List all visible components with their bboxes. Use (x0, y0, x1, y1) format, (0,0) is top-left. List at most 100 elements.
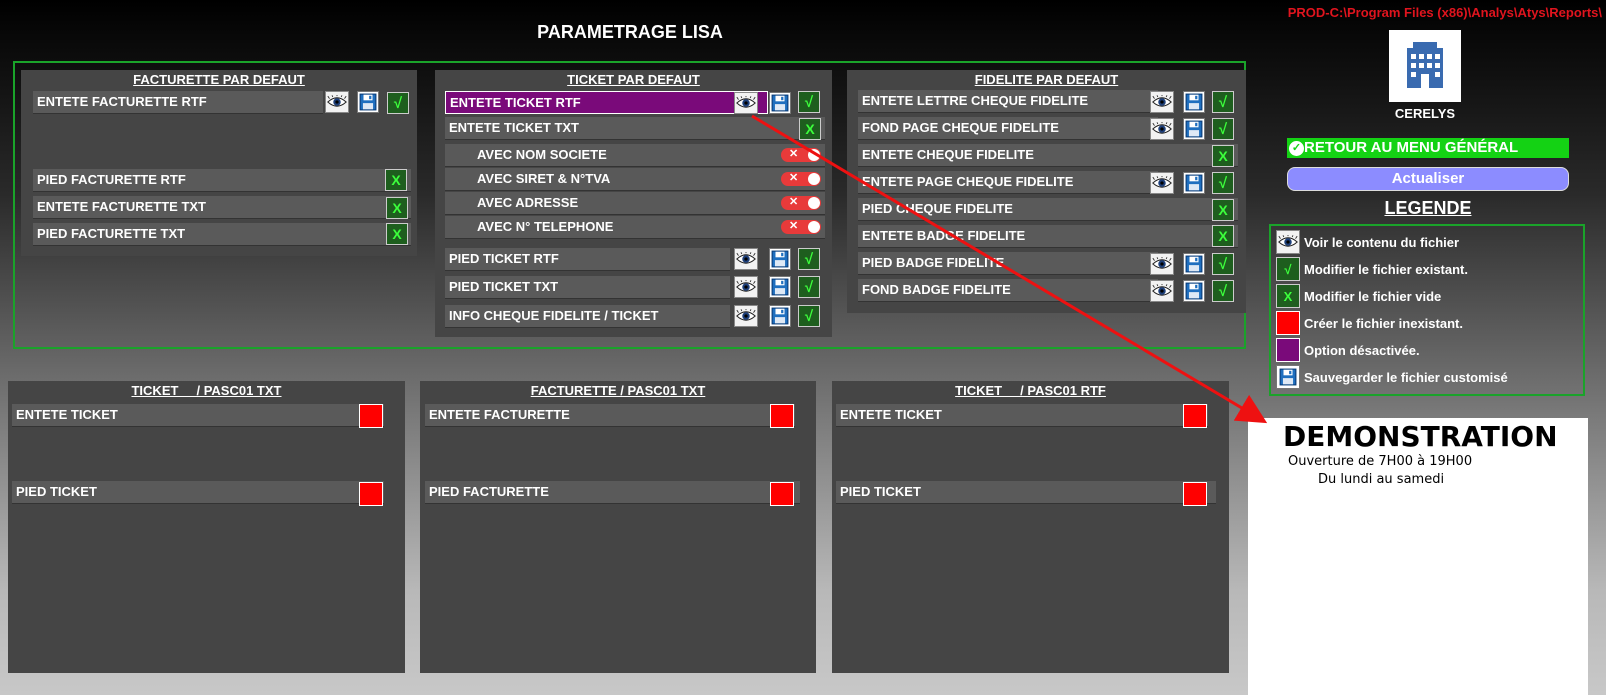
company-logo (1389, 30, 1461, 102)
refresh-button[interactable]: Actualiser (1287, 167, 1569, 191)
modify-existing-check-icon[interactable]: √ (798, 276, 820, 298)
row-pied-facturette-txt[interactable]: PIED FACTURETTE TXT (33, 223, 411, 246)
row-entete-facturette-rtf[interactable]: ENTETE FACTURETTE RTF (33, 91, 323, 114)
create-file-red-icon[interactable] (770, 404, 794, 428)
modify-existing-check-icon[interactable]: √ (798, 248, 820, 270)
modify-existing-check-icon[interactable]: √ (1212, 91, 1234, 113)
view-eye-icon[interactable] (1150, 280, 1174, 302)
row-entete-lettre-cheque[interactable]: ENTETE LETTRE CHEQUE FIDELITE (858, 90, 1158, 113)
legend-label: Option désactivée. (1304, 342, 1420, 358)
row-label: FOND BADGE FIDELITE (862, 282, 1011, 297)
save-disk-icon[interactable] (769, 276, 791, 298)
row-pied-ticket-txt[interactable]: PIED TICKET TXT (445, 276, 730, 299)
row-label: PIED FACTURETTE (429, 484, 549, 499)
create-file-red-icon[interactable] (359, 404, 383, 428)
option-toggle[interactable]: ✕ (781, 220, 821, 234)
row-entete-ticket[interactable]: ENTETE TICKET (12, 404, 384, 427)
modify-existing-check-icon[interactable]: √ (1212, 118, 1234, 140)
modify-empty-x-icon[interactable]: X (799, 118, 821, 140)
ticket-preview: DEMONSTRATION Ouverture de 7H00 à 19H00 … (1248, 418, 1588, 695)
view-eye-icon[interactable] (1150, 253, 1174, 275)
row-label: ENTETE PAGE CHEQUE FIDELITE (862, 174, 1074, 189)
row-pied-cheque[interactable]: PIED CHEQUE FIDELITE (858, 198, 1238, 221)
return-main-menu-button[interactable]: ✓ RETOUR AU MENU GÉNÉRAL (1287, 138, 1569, 158)
view-eye-icon[interactable] (734, 248, 758, 270)
save-disk-icon[interactable] (357, 91, 379, 113)
legend-label: Sauvegarder le fichier customisé (1304, 369, 1508, 385)
option-toggle[interactable]: ✕ (781, 196, 821, 210)
modify-empty-x-icon[interactable]: X (385, 169, 407, 191)
row-pied-badge[interactable]: PIED BADGE FIDELITE (858, 252, 1158, 275)
create-file-red-icon[interactable] (1183, 404, 1207, 428)
row-label: FOND PAGE CHEQUE FIDELITE (862, 120, 1059, 135)
option-toggle[interactable]: ✕ (781, 148, 821, 162)
save-disk-icon[interactable] (769, 305, 791, 327)
row-entete-ticket-txt[interactable]: ENTETE TICKET TXT (445, 117, 825, 140)
row-label: INFO CHEQUE FIDELITE / TICKET (449, 308, 659, 323)
modify-empty-x-icon[interactable]: X (1212, 199, 1234, 221)
purple-square-icon (1276, 338, 1300, 362)
row-pied-ticket[interactable]: PIED TICKET (836, 481, 1216, 504)
row-entete-ticket[interactable]: ENTETE TICKET (836, 404, 1208, 427)
row-pied-ticket[interactable]: PIED TICKET (12, 481, 384, 504)
row-info-cheque-fidelite-ticket[interactable]: INFO CHEQUE FIDELITE / TICKET (445, 305, 730, 328)
create-file-red-icon[interactable] (1183, 482, 1207, 506)
view-eye-icon[interactable] (734, 305, 758, 327)
row-avec-adresse: AVEC ADRESSE (445, 192, 825, 215)
row-label: PIED CHEQUE FIDELITE (862, 201, 1013, 216)
save-disk-icon[interactable] (1183, 91, 1205, 113)
panel-ticket-default: TICKET PAR DEFAUT ENTETE TICKET RTF √ EN… (435, 70, 832, 337)
preview-line-2: Du lundi au samedi (1318, 472, 1445, 487)
view-eye-icon[interactable] (734, 92, 758, 114)
row-label: ENTETE TICKET RTF (450, 95, 581, 110)
view-eye-icon[interactable] (1150, 91, 1174, 113)
row-pied-facturette[interactable]: PIED FACTURETTE (425, 481, 800, 504)
save-disk-icon[interactable] (1183, 280, 1205, 302)
panel-title: TICKET / PASC01 RTF (955, 383, 1106, 398)
legend-box: Voir le contenu du fichier √ Modifier le… (1269, 224, 1585, 396)
row-pied-ticket-rtf[interactable]: PIED TICKET RTF (445, 248, 730, 271)
modify-existing-check-icon[interactable]: √ (798, 91, 820, 113)
row-label: AVEC ADRESSE (477, 195, 579, 210)
save-disk-icon[interactable] (769, 92, 791, 114)
modify-empty-x-icon[interactable]: X (386, 197, 408, 219)
option-toggle[interactable]: ✕ (781, 172, 821, 186)
modify-existing-check-icon[interactable]: √ (387, 92, 409, 114)
row-entete-facturette[interactable]: ENTETE FACTURETTE (425, 404, 795, 427)
row-entete-facturette-txt[interactable]: ENTETE FACTURETTE TXT (33, 196, 411, 219)
file-path: PROD-C:\Program Files (x86)\Analys\Atys\… (1287, 5, 1602, 20)
legend-item-modify-empty: X Modifier le fichier vide (1276, 284, 1441, 308)
row-fond-page-cheque[interactable]: FOND PAGE CHEQUE FIDELITE (858, 117, 1158, 140)
modify-existing-check-icon[interactable]: √ (1212, 172, 1234, 194)
page-title: PARAMETRAGE LISA (537, 22, 723, 42)
modify-existing-check-icon[interactable]: √ (798, 305, 820, 327)
save-disk-icon[interactable] (1183, 118, 1205, 140)
row-pied-facturette-rtf[interactable]: PIED FACTURETTE RTF (33, 169, 411, 192)
row-entete-cheque[interactable]: ENTETE CHEQUE FIDELITE (858, 144, 1238, 167)
modify-existing-check-icon[interactable]: √ (1212, 253, 1234, 275)
save-disk-icon[interactable] (1183, 253, 1205, 275)
view-eye-icon[interactable] (734, 276, 758, 298)
modify-existing-check-icon[interactable]: √ (1212, 280, 1234, 302)
create-file-red-icon[interactable] (359, 482, 383, 506)
row-entete-ticket-rtf[interactable]: ENTETE TICKET RTF (445, 91, 768, 114)
legend-item-disabled: Option désactivée. (1276, 338, 1420, 362)
row-label: AVEC N° TELEPHONE (477, 219, 614, 234)
preview-title: DEMONSTRATION (1283, 420, 1558, 453)
legend-item-modify-existing: √ Modifier le fichier existant. (1276, 257, 1468, 281)
modify-empty-x-icon[interactable]: X (1212, 225, 1234, 247)
save-disk-icon[interactable] (1183, 172, 1205, 194)
check-icon: √ (1276, 257, 1300, 281)
row-entete-badge[interactable]: ENTETE BADGE FIDELITE (858, 225, 1238, 248)
row-fond-badge[interactable]: FOND BADGE FIDELITE (858, 279, 1158, 302)
save-disk-icon[interactable] (769, 248, 791, 270)
row-entete-page-cheque[interactable]: ENTETE PAGE CHEQUE FIDELITE (858, 171, 1158, 194)
create-file-red-icon[interactable] (770, 482, 794, 506)
view-eye-icon[interactable] (1150, 118, 1174, 140)
legend-label: Modifier le fichier existant. (1304, 261, 1468, 277)
view-eye-icon[interactable] (1150, 172, 1174, 194)
modify-empty-x-icon[interactable]: X (1212, 145, 1234, 167)
modify-empty-x-icon[interactable]: X (386, 223, 408, 245)
view-eye-icon[interactable] (325, 91, 349, 113)
row-label: ENTETE TICKET (840, 407, 942, 422)
